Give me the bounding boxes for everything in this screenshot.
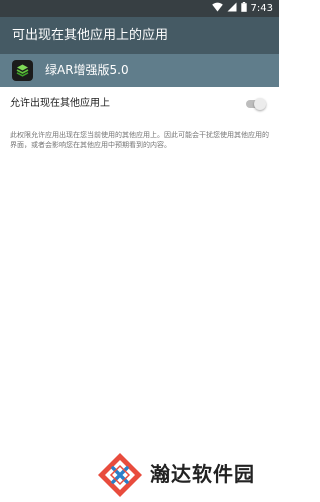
watermark-text: 瀚达软件园 bbox=[150, 462, 255, 486]
status-bar: 7:43 bbox=[0, 0, 279, 17]
allow-overlay-toggle[interactable] bbox=[244, 98, 266, 110]
toggle-thumb bbox=[254, 98, 266, 110]
app-bar: 可出现在其他应用上的应用 bbox=[0, 17, 279, 54]
page-title: 可出现在其他应用上的应用 bbox=[12, 28, 169, 43]
status-time: 7:43 bbox=[250, 3, 273, 14]
signal-icon bbox=[227, 2, 237, 15]
battery-icon bbox=[240, 2, 247, 15]
wifi-icon bbox=[211, 2, 223, 15]
site-watermark: 瀚达软件园 bbox=[82, 450, 279, 500]
status-icons: 7:43 bbox=[211, 2, 273, 15]
allow-overlay-label: 允许出现在其他应用上 bbox=[10, 98, 110, 109]
app-logo-icon bbox=[12, 60, 33, 81]
app-name: 绿AR增强版5.0 bbox=[45, 63, 129, 77]
allow-overlay-setting[interactable]: 允许出现在其他应用上 bbox=[0, 88, 279, 120]
watermark-logo-icon bbox=[97, 452, 143, 498]
permission-description: 此权限允许应用出现在您当前使用的其他应用上。因此可能会干扰您使用其他应用的界面，… bbox=[10, 131, 269, 149]
app-header: 绿AR增强版5.0 bbox=[0, 54, 279, 87]
